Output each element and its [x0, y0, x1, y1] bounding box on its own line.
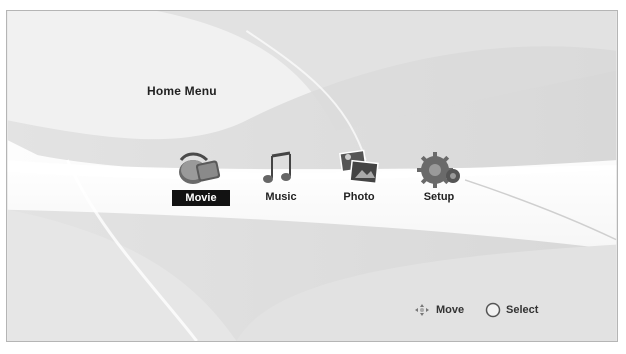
menu-item-music[interactable]: Music	[239, 146, 323, 206]
menu-item-movie[interactable]: Movie	[159, 146, 243, 206]
menu-label-setup: Setup	[423, 191, 455, 203]
page-title: Home Menu	[147, 84, 217, 98]
menu-item-photo[interactable]: Photo	[317, 146, 401, 206]
menu-item-setup[interactable]: Setup	[397, 146, 481, 206]
menu-label-photo: Photo	[343, 191, 375, 203]
select-hint: Select	[485, 301, 538, 319]
move-hint: Move	[413, 301, 464, 319]
dpad-arrows-icon	[415, 304, 429, 316]
music-note-icon	[263, 151, 291, 183]
menu-label-movie: Movie	[172, 190, 230, 206]
menu-label-music: Music	[265, 191, 297, 203]
select-label: Select	[506, 304, 539, 316]
home-menu-screen: Home Menu Movie Music Photo Setup Move S…	[6, 10, 618, 342]
photo-icon	[339, 149, 379, 185]
movie-icon	[179, 152, 221, 184]
gear-icon	[417, 152, 460, 188]
move-label: Move	[436, 304, 465, 316]
ok-circle-icon	[485, 302, 501, 318]
